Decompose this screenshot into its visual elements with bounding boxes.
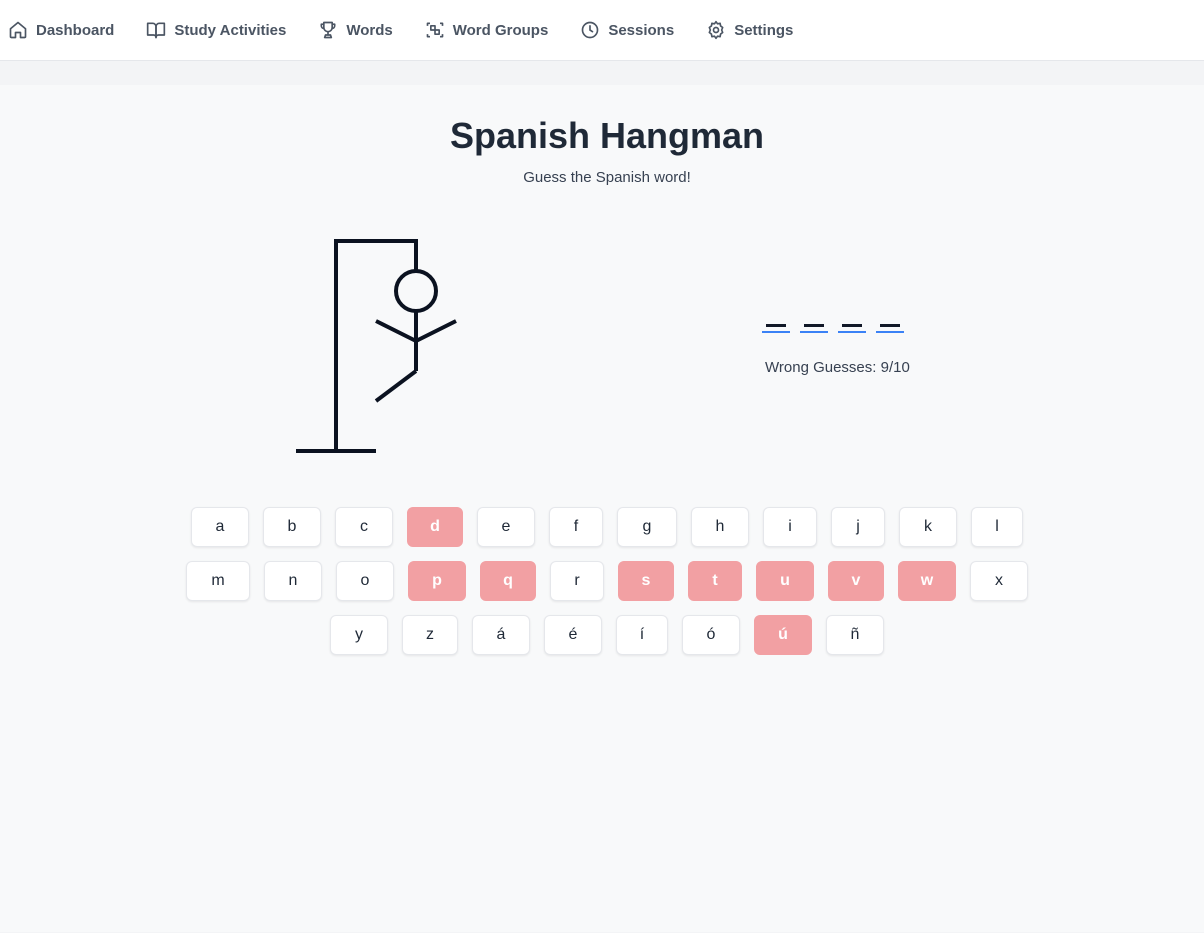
hangman-right-arm [415,319,457,343]
letter-key-é[interactable]: é [544,615,602,655]
letter-key-u: u [756,561,814,601]
header-spacer [0,61,1204,85]
nav-word-groups[interactable]: Word Groups [425,10,549,50]
letter-keyboard: abcdefghijkl mnopqrstuvwx yzáéíóúñ [0,507,1204,669]
letter-key-á[interactable]: á [472,615,530,655]
nav-study-activities[interactable]: Study Activities [146,10,286,50]
book-icon [146,20,166,40]
hangman-left-arm [375,319,417,343]
letter-key-z[interactable]: z [402,615,458,655]
scan-group-icon [425,20,445,40]
trophy-icon [318,20,338,40]
letter-key-c[interactable]: c [335,507,393,547]
nav-settings[interactable]: Settings [706,10,793,50]
letter-key-l[interactable]: l [971,507,1023,547]
letter-key-ó[interactable]: ó [682,615,740,655]
letter-key-s: s [618,561,674,601]
letter-key-f[interactable]: f [549,507,603,547]
letter-slot [876,314,904,333]
letter-key-d: d [407,507,463,547]
letter-key-a[interactable]: a [191,507,249,547]
nav-label: Settings [734,21,794,39]
keyboard-row: mnopqrstuvwx [0,561,1204,601]
letter-key-h[interactable]: h [691,507,749,547]
letter-key-r[interactable]: r [550,561,604,601]
hangman-left-leg [374,369,418,403]
nav-sessions[interactable]: Sessions [580,10,674,50]
letter-key-v: v [828,561,884,601]
letter-key-b[interactable]: b [263,507,321,547]
letter-slot [800,314,828,333]
game-area: Spanish Hangman Guess the Spanish word! … [0,85,1204,932]
word-slots [762,314,904,333]
letter-key-y[interactable]: y [330,615,388,655]
letter-key-p: p [408,561,466,601]
page-title: Spanish Hangman [449,115,765,156]
letter-key-k[interactable]: k [899,507,957,547]
letter-key-ñ[interactable]: ñ [826,615,884,655]
gear-icon [706,20,726,40]
letter-key-ú: ú [754,615,812,655]
letter-slot [838,314,866,333]
keyboard-row: yzáéíóúñ [0,615,1204,655]
letter-key-e[interactable]: e [477,507,535,547]
nav-dashboard[interactable]: Dashboard [8,10,114,50]
letter-key-í[interactable]: í [616,615,668,655]
letter-slot [762,314,790,333]
nav-label: Sessions [608,21,675,39]
clock-icon [580,20,600,40]
letter-key-j[interactable]: j [831,507,885,547]
top-navigation: Dashboard Study Activities Words Word Gr… [0,0,1204,61]
letter-key-n[interactable]: n [264,561,322,601]
keyboard-row: abcdefghijkl [0,507,1204,547]
letter-key-w: w [898,561,956,601]
home-icon [8,20,28,40]
letter-key-t: t [688,561,742,601]
letter-key-x[interactable]: x [970,561,1028,601]
letter-key-m[interactable]: m [186,561,250,601]
letter-key-i[interactable]: i [763,507,817,547]
letter-key-q: q [480,561,536,601]
nav-label: Dashboard [36,21,115,39]
wrong-guesses-counter: Wrong Guesses: 9/10 [765,359,910,376]
hangman-drawing [296,239,457,453]
nav-label: Word Groups [452,21,549,39]
letter-key-g[interactable]: g [617,507,677,547]
nav-label: Words [346,21,393,39]
page-subtitle: Guess the Spanish word! [523,169,691,186]
letter-key-o[interactable]: o [336,561,394,601]
nav-label: Study Activities [174,21,287,39]
nav-words[interactable]: Words [318,10,393,50]
hangman-head [394,269,438,313]
